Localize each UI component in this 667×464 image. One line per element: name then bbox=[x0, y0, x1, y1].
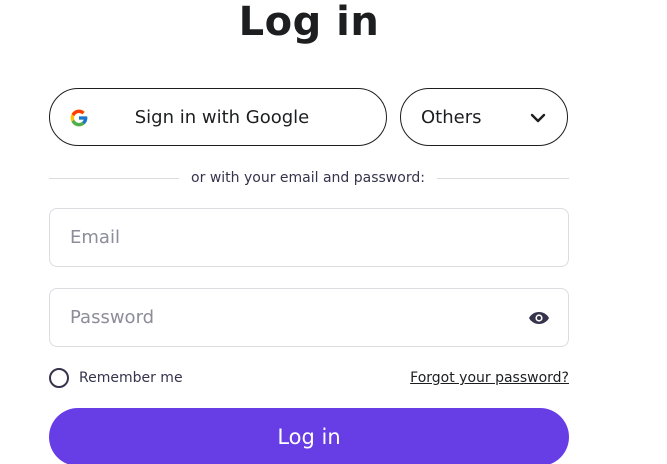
email-input[interactable] bbox=[70, 209, 510, 266]
login-button[interactable]: Log in bbox=[49, 408, 569, 464]
divider-line-left bbox=[49, 178, 179, 179]
eye-icon[interactable] bbox=[528, 308, 550, 328]
others-label: Others bbox=[421, 107, 482, 128]
forgot-password-link[interactable]: Forgot your password? bbox=[410, 367, 569, 389]
others-dropdown[interactable]: Others bbox=[400, 88, 568, 146]
sign-in-with-google-button[interactable]: Sign in with Google bbox=[49, 88, 387, 146]
google-button-label: Sign in with Google bbox=[134, 107, 310, 128]
remember-me-label[interactable]: Remember me bbox=[79, 367, 183, 389]
chevron-down-icon bbox=[530, 113, 546, 123]
password-field bbox=[49, 288, 569, 347]
divider-line-right bbox=[437, 178, 569, 179]
divider: or with your email and password: bbox=[49, 166, 569, 190]
login-page: Log in Sign in with Google Others or wit… bbox=[0, 0, 667, 464]
remember-me-radio[interactable] bbox=[49, 368, 69, 388]
divider-text: or with your email and password: bbox=[191, 170, 425, 186]
page-title: Log in bbox=[238, 0, 380, 45]
password-input[interactable] bbox=[70, 289, 510, 346]
email-field bbox=[49, 208, 569, 267]
